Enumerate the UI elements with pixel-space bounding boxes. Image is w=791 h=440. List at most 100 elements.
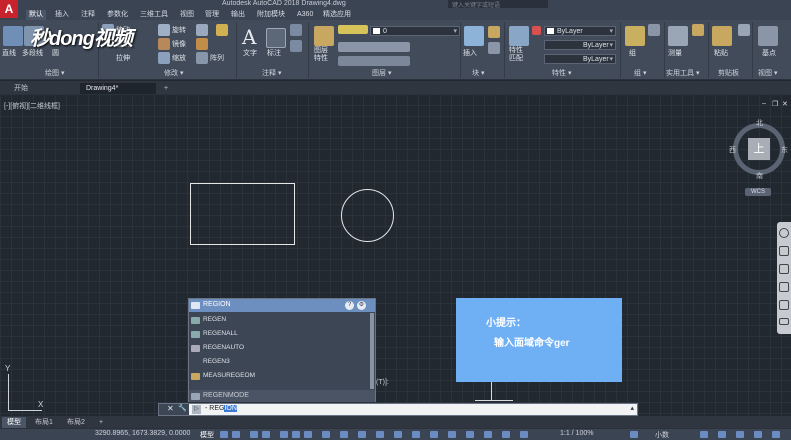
ungroup-icon[interactable] xyxy=(648,24,660,36)
lineweight-dropdown[interactable]: ByLayer xyxy=(544,54,616,64)
rotate-icon[interactable] xyxy=(158,24,170,36)
tab-annotate[interactable]: 注释 xyxy=(78,10,98,20)
edit-block-icon[interactable] xyxy=(488,42,500,54)
group-label[interactable]: 组 xyxy=(629,48,636,58)
workspace-icon[interactable] xyxy=(502,431,510,438)
tab-parametric[interactable]: 参数化 xyxy=(104,10,131,20)
tab-layout1[interactable]: 布局1 xyxy=(30,417,58,428)
pan-icon[interactable] xyxy=(779,246,789,256)
autocomplete-scrollbar[interactable] xyxy=(370,313,374,389)
command-prompt-icon[interactable]: ▷ xyxy=(192,405,201,414)
mirror-tool-label[interactable]: 镜像 xyxy=(172,39,186,49)
annotation-scale-icon[interactable] xyxy=(484,431,492,438)
insert-block-icon[interactable] xyxy=(464,26,484,46)
autocomplete-sysvar-item[interactable]: REGENMODE xyxy=(189,390,375,402)
osnap-tracking-icon[interactable] xyxy=(292,431,300,438)
text-tool-icon[interactable]: A xyxy=(242,25,256,49)
annotation-monitor-icon[interactable] xyxy=(520,431,528,438)
drawing-canvas[interactable]: [-][俯视][二维线框] ‒ ❐ ✕ 上 北 南 西 东 WCS Y X (T… xyxy=(0,94,791,416)
app-logo-icon[interactable]: A xyxy=(0,0,18,18)
circle-shape[interactable] xyxy=(341,189,394,242)
viewcube-top-face[interactable]: 上 xyxy=(748,138,770,160)
add-layout-button[interactable]: + xyxy=(94,417,108,428)
isolate-objects-icon[interactable] xyxy=(736,431,744,438)
compass-east[interactable]: 东 xyxy=(781,145,788,155)
mirror-icon[interactable] xyxy=(158,38,170,50)
navbar-menu-icon[interactable] xyxy=(779,318,789,325)
multileader-icon[interactable] xyxy=(290,24,302,36)
color-wheel-icon[interactable] xyxy=(532,26,541,35)
clipboard-panel-label[interactable]: 剪贴板 xyxy=(718,69,739,79)
modify-panel-label[interactable]: 修改 ▾ xyxy=(164,69,183,79)
units-readout[interactable]: 小数 xyxy=(655,430,669,440)
utilities-panel-label[interactable]: 实用工具 ▾ xyxy=(666,69,699,79)
3d-osnap-icon[interactable] xyxy=(376,431,384,438)
rectangle-shape[interactable] xyxy=(190,183,295,245)
autocomplete-selected-item[interactable]: REGION ? ⚙ xyxy=(189,299,375,312)
line-icon[interactable] xyxy=(3,26,23,46)
block-panel-label[interactable]: 块 ▾ xyxy=(472,69,484,79)
layer-properties-label[interactable]: 图层 特性 xyxy=(314,47,328,63)
base-point-icon[interactable] xyxy=(758,26,778,46)
steering-wheel-icon[interactable] xyxy=(779,228,789,238)
base-point-label[interactable]: 基点 xyxy=(762,48,776,58)
coordinate-readout[interactable]: 3290.8965, 1673.3829, 0.0000 xyxy=(95,430,190,437)
tab-default[interactable]: 默认 xyxy=(26,10,46,20)
erase-icon[interactable] xyxy=(216,24,228,36)
copy-clip-icon[interactable] xyxy=(738,24,750,36)
lineweight-icon[interactable] xyxy=(322,431,330,438)
hardware-acceleration-icon[interactable] xyxy=(754,431,762,438)
tab-3d-tools[interactable]: 三维工具 xyxy=(137,10,171,20)
new-tab-button[interactable]: + xyxy=(158,83,174,94)
groups-panel-label[interactable]: 组 ▾ xyxy=(634,69,646,79)
osnap-icon[interactable] xyxy=(304,431,312,438)
settings-icon[interactable]: ⚙ xyxy=(357,301,366,310)
tab-insert[interactable]: 插入 xyxy=(52,10,72,20)
tab-layout2[interactable]: 布局2 xyxy=(62,417,90,428)
tab-view[interactable]: 视图 xyxy=(177,10,197,20)
rotate-tool-label[interactable]: 旋转 xyxy=(172,25,186,35)
paste-label[interactable]: 粘贴 xyxy=(714,48,728,58)
group-icon[interactable] xyxy=(625,26,645,46)
annotation-panel-label[interactable]: 注释 ▾ xyxy=(262,69,281,79)
layers-panel-label[interactable]: 图层 ▾ xyxy=(372,69,391,79)
viewport-controls-label[interactable]: [-][俯视][二维线框] xyxy=(4,101,60,111)
grid-icon[interactable] xyxy=(220,431,228,438)
array-icon[interactable] xyxy=(196,52,208,64)
snap-icon[interactable] xyxy=(232,431,240,438)
auto-scale-icon[interactable] xyxy=(466,431,474,438)
insert-block-label[interactable]: 插入 xyxy=(463,48,477,58)
layer-dropdown[interactable]: 0 xyxy=(370,26,460,36)
view-panel-label[interactable]: 视图 ▾ xyxy=(758,69,777,79)
annotation-scale-readout[interactable]: 1:1 / 100% xyxy=(560,430,593,437)
scale-icon[interactable] xyxy=(158,52,170,64)
wcs-menu[interactable]: WCS xyxy=(745,188,771,196)
command-line[interactable]: ✕ 🔧 ▷ - REGION ▴ xyxy=(158,403,638,416)
dimension-tool-label[interactable]: 标注 xyxy=(267,48,281,58)
viewport-restore-icon[interactable]: ❐ xyxy=(772,100,778,108)
wrench-icon[interactable]: 🔧 xyxy=(178,404,187,412)
layer-properties-icon[interactable] xyxy=(314,26,334,46)
gear-icon[interactable] xyxy=(630,431,638,438)
quick-properties-icon[interactable] xyxy=(700,431,708,438)
annotation-visibility-icon[interactable] xyxy=(448,431,456,438)
calculator-icon[interactable] xyxy=(692,24,704,36)
zoom-extents-icon[interactable] xyxy=(779,264,789,274)
measure-icon[interactable] xyxy=(668,26,688,46)
tab-a360[interactable]: A360 xyxy=(294,10,316,20)
gizmo-icon[interactable] xyxy=(430,431,438,438)
stretch-tool-label[interactable]: 拉伸 xyxy=(116,53,130,63)
search-input[interactable]: 键入关键字或短语 xyxy=(448,0,548,9)
selection-cycling-icon[interactable] xyxy=(358,431,366,438)
layer-tools-icons[interactable] xyxy=(338,42,410,52)
lock-ui-icon[interactable] xyxy=(718,431,726,438)
orbit-icon[interactable] xyxy=(779,282,789,292)
draw-panel-label[interactable]: 绘图 ▾ xyxy=(45,69,64,79)
clean-screen-icon[interactable] xyxy=(772,431,780,438)
color-dropdown[interactable]: ByLayer xyxy=(544,26,616,36)
tab-drawing4[interactable]: Drawing4* xyxy=(80,83,156,94)
transparency-icon[interactable] xyxy=(340,431,348,438)
array-tool-label[interactable]: 阵列 xyxy=(210,53,224,63)
match-properties-icon[interactable] xyxy=(509,26,529,46)
ortho-icon[interactable] xyxy=(250,431,258,438)
